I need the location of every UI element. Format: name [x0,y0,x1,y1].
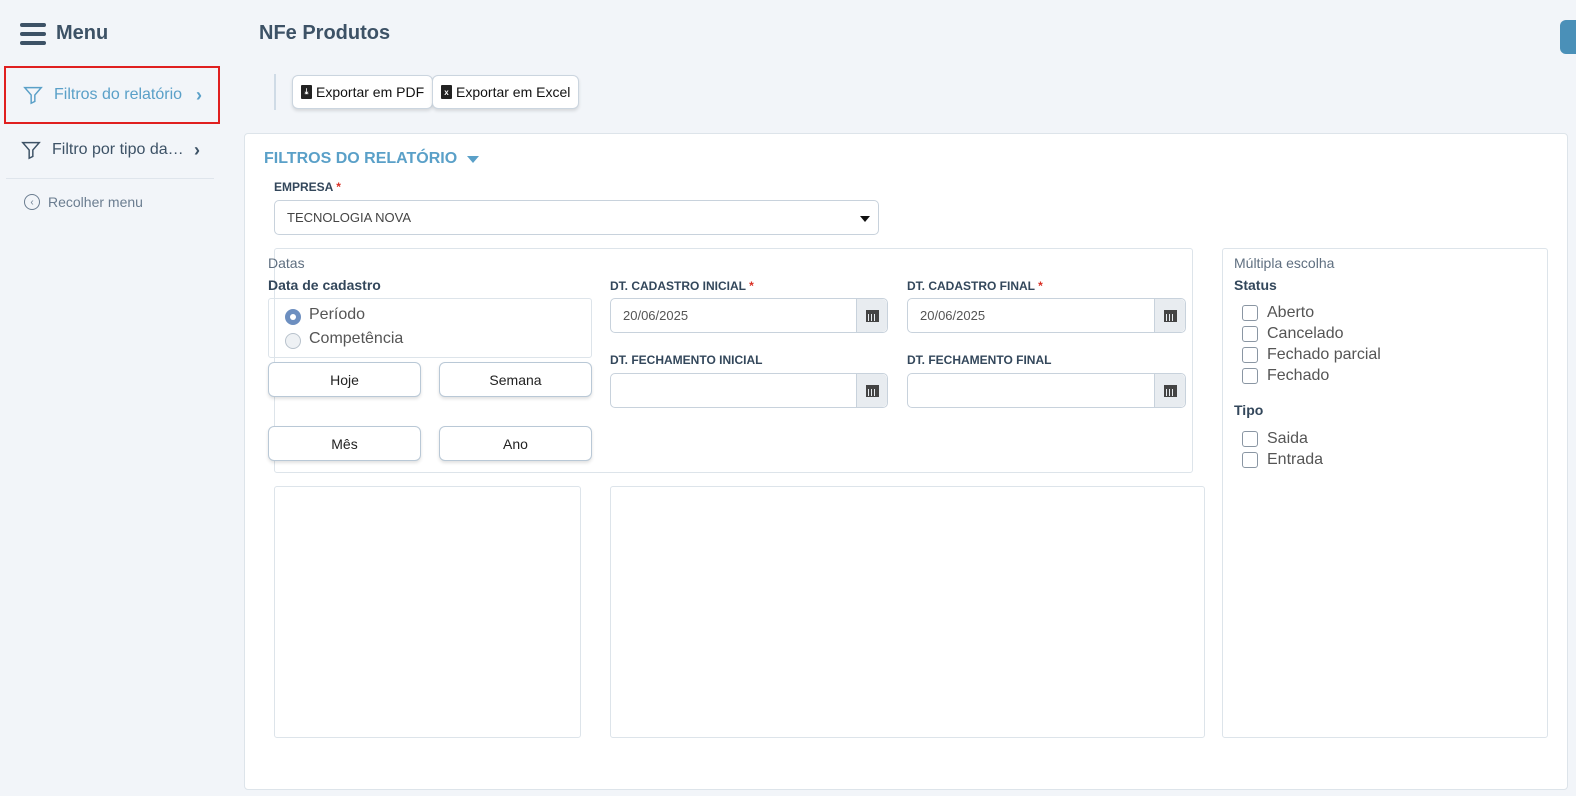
checkbox-label: Cancelado [1267,325,1344,342]
menu-toggle[interactable]: Menu [20,22,108,45]
semana-button[interactable]: Semana [439,362,592,397]
export-pdf-label: Exportar em PDF [316,84,425,100]
export-pdf-button[interactable]: ⤓ Exportar em PDF [292,75,434,109]
cadastro-inicial-value: 20/06/2025 [623,308,689,323]
mes-button[interactable]: Mês [268,426,421,461]
required-mark: * [749,279,754,293]
fechamento-inicial-input[interactable] [610,373,888,408]
multipla-escolha-legend: Múltipla escolha [1234,255,1335,271]
checkbox-icon [1242,431,1258,447]
toolbar-divider [274,74,276,110]
checkbox-label: Fechado [1267,367,1330,384]
radio-periodo-label: Período [309,306,366,323]
ano-button[interactable]: Ano [439,426,592,461]
radio-competencia-label: Competência [309,330,404,347]
fechamento-final-input[interactable] [907,373,1186,408]
cadastro-inicial-label: DT. CADASTRO INICIAL * [610,279,754,293]
calendar-icon [865,309,879,322]
side-panel-tab[interactable] [1560,20,1576,54]
sidebar: Menu Filtros do relatório › Filtro por t… [0,0,230,796]
checkbox-label: Fechado parcial [1267,346,1381,363]
empty-box-center [610,486,1205,738]
chevron-right-icon: › [196,84,202,105]
required-mark: * [1038,279,1043,293]
checkbox-cancelado[interactable]: Cancelado [1242,325,1344,343]
datas-legend: Datas [268,255,305,271]
checkbox-icon [1242,452,1258,468]
filter-icon [21,141,41,160]
dropdown-arrow-icon [860,216,870,222]
collapse-menu-button[interactable]: ‹ Recolher menu [24,194,143,210]
calendar-button[interactable] [1154,299,1185,332]
fechamento-inicial-label: DT. FECHAMENTO INICIAL [610,353,763,367]
sidebar-item-filtros-relatorio[interactable]: Filtros do relatório › [4,66,220,124]
filters-section-toggle[interactable]: FILTROS DO RELATÓRIO [264,150,480,168]
checkbox-label: Saida [1267,430,1308,447]
hamburger-icon[interactable] [20,22,46,45]
status-title: Status [1234,277,1277,293]
checkbox-label: Aberto [1267,304,1315,321]
radio-periodo[interactable]: Período [285,306,366,325]
checkbox-fechado-parcial[interactable]: Fechado parcial [1242,346,1381,364]
checkbox-aberto[interactable]: Aberto [1242,304,1314,322]
excel-file-icon: x [441,85,452,99]
sidebar-item-label: Filtros do relatório [54,86,183,103]
checkbox-entrada[interactable]: Entrada [1242,451,1323,469]
radio-unselected-icon [285,333,301,349]
radio-competencia[interactable]: Competência [285,330,404,349]
sidebar-item-filtro-tipo[interactable]: Filtro por tipo da nota › [4,121,220,179]
filters-section-title: FILTROS DO RELATÓRIO [264,150,458,167]
collapse-menu-label: Recolher menu [48,194,143,210]
calendar-button[interactable] [856,374,887,407]
checkbox-icon [1242,347,1258,363]
checkbox-icon [1242,326,1258,342]
calendar-icon [1163,384,1177,397]
pdf-file-icon: ⤓ [301,85,312,99]
empresa-label-text: EMPRESA [274,180,333,194]
data-cadastro-title: Data de cadastro [268,277,381,293]
cadastro-inicial-input[interactable]: 20/06/2025 [610,298,888,333]
cadastro-final-input[interactable]: 20/06/2025 [907,298,1186,333]
empresa-select[interactable]: TECNOLOGIA NOVA [274,200,879,235]
cadastro-final-label-text: DT. CADASTRO FINAL [907,279,1035,293]
fechamento-final-label: DT. FECHAMENTO FINAL [907,353,1052,367]
page-title: NFe Produtos [259,22,391,44]
empresa-label: EMPRESA * [274,180,341,194]
export-excel-label: Exportar em Excel [456,84,571,100]
chevron-left-circle-icon: ‹ [24,194,40,210]
filter-icon [23,86,43,105]
sidebar-divider [6,178,214,179]
cadastro-final-label: DT. CADASTRO FINAL * [907,279,1043,293]
required-mark: * [336,180,341,194]
cadastro-final-value: 20/06/2025 [920,308,986,323]
hoje-button[interactable]: Hoje [268,362,421,397]
empresa-select-value: TECNOLOGIA NOVA [287,210,412,225]
checkbox-fechado[interactable]: Fechado [1242,367,1329,385]
checkbox-icon [1242,368,1258,384]
empty-box-left [274,486,581,738]
calendar-button[interactable] [1154,374,1185,407]
calendar-icon [1163,309,1177,322]
caret-down-icon [467,155,480,163]
calendar-button[interactable] [856,299,887,332]
checkbox-saida[interactable]: Saida [1242,430,1308,448]
export-excel-button[interactable]: x Exportar em Excel [432,75,580,109]
checkbox-icon [1242,305,1258,321]
radio-selected-icon [285,309,301,325]
tipo-title: Tipo [1234,402,1264,418]
checkbox-label: Entrada [1267,451,1324,468]
cadastro-inicial-label-text: DT. CADASTRO INICIAL [610,279,746,293]
calendar-icon [865,384,879,397]
menu-title: Menu [56,22,109,44]
chevron-right-icon: › [194,139,200,160]
sidebar-item-label: Filtro por tipo da nota [52,141,186,158]
